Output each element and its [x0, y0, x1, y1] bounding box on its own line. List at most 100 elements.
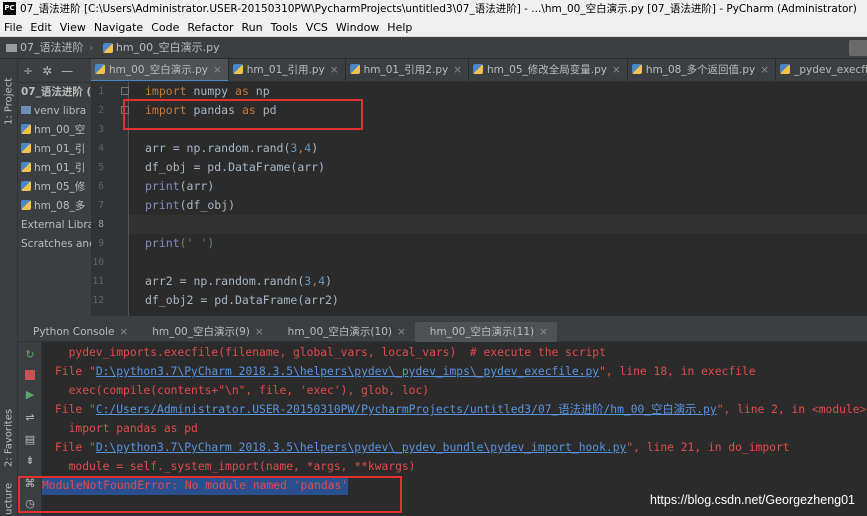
breadcrumb: 07_语法进阶 › hm_00_空白演示.py	[0, 37, 867, 59]
close-icon[interactable]: ×	[760, 64, 769, 76]
code-token: np	[248, 84, 270, 98]
code-line-12: df_obj2 = pd.DataFrame(arr2)	[145, 293, 339, 307]
menu-refactor[interactable]: Refactor	[183, 18, 237, 37]
watermark: https://blog.csdn.net/Georgezheng01	[650, 493, 856, 507]
tab-label: hm_01_引用2.py	[363, 64, 449, 76]
print-icon[interactable]: ▤	[24, 434, 36, 446]
tab-hm00[interactable]: hm_00_空白演示.py ×	[91, 59, 229, 81]
builtin: print	[145, 236, 180, 250]
console-line: File "D:\python3.7\PyCharm 2018.3.5\help…	[55, 362, 756, 381]
breadcrumb-file[interactable]: hm_00_空白演示.py	[116, 41, 220, 54]
console-line: exec(compile(contents+"\n", file, 'exec'…	[55, 384, 430, 397]
console-text: File "	[55, 365, 96, 378]
console-line: File "D:\python3.7\PyCharm 2018.3.5\help…	[55, 438, 790, 457]
code-token: (arr)	[179, 179, 215, 193]
tree-item-hm05[interactable]: hm_05_修	[18, 178, 91, 197]
menu-tools[interactable]: Tools	[267, 18, 302, 37]
line-number: 7	[98, 200, 104, 211]
builtin: print	[145, 198, 180, 212]
line-number: 9	[98, 238, 104, 249]
tab-label: hm_05_修改全局变量.py	[487, 64, 607, 76]
console-line: import pandas as pd	[55, 422, 198, 435]
hide-icon[interactable]: —	[61, 64, 73, 78]
tree-item-hm01-2[interactable]: hm_01_引	[18, 159, 91, 178]
menu-help[interactable]: Help	[383, 18, 416, 37]
favorites-tool-tab[interactable]: 2: Favorites	[1, 399, 17, 467]
tree-item-hm08[interactable]: hm_08_多	[18, 197, 91, 216]
close-icon[interactable]: ×	[330, 64, 339, 76]
tab-label: hm_00_空白演示(10)	[287, 326, 392, 338]
tree-item-external-libraries[interactable]: External Libra	[18, 216, 91, 235]
menu-edit[interactable]: Edit	[26, 18, 55, 37]
tab-python-console[interactable]: Python Console ×	[18, 322, 137, 342]
console-text: ", line 2, in <module>	[716, 403, 867, 416]
collapse-icon[interactable]: ÷	[23, 64, 33, 78]
pycharm-logo-icon: PC	[3, 2, 16, 15]
close-icon[interactable]: ×	[255, 326, 264, 338]
tree-item-label: hm_00_空	[34, 124, 86, 136]
structure-tool-label: ucture	[3, 482, 15, 515]
file-link[interactable]: D:\python3.7\PyCharm 2018.3.5\helpers\py…	[96, 365, 599, 378]
line-number: 12	[92, 295, 104, 306]
tab-hm01-2[interactable]: hm_01_引用2.py ×	[346, 59, 470, 81]
caret-line	[129, 215, 867, 234]
breadcrumb-separator-icon: ›	[89, 41, 94, 54]
soft-wrap-icon[interactable]: ⇌	[24, 412, 36, 424]
toolbar-button[interactable]	[849, 40, 867, 56]
close-icon[interactable]: ×	[612, 64, 621, 76]
rerun-icon[interactable]: ↻	[24, 349, 36, 361]
menu-file[interactable]: File	[0, 18, 26, 37]
tree-item-venv[interactable]: venv libra	[18, 102, 91, 121]
gear-icon[interactable]: ✲	[42, 64, 52, 78]
tab-pydev-execfile[interactable]: _pydev_execfile.py×	[776, 59, 867, 81]
menu-window[interactable]: Window	[332, 18, 383, 37]
python-file-icon	[21, 200, 31, 210]
code-token: arr2 = np.random.randn(	[145, 274, 305, 288]
favorites-tool-label: 2: Favorites	[3, 408, 15, 467]
close-icon[interactable]: ×	[119, 326, 128, 338]
menu-code[interactable]: Code	[147, 18, 183, 37]
file-link[interactable]: C:/Users/Administrator.USER-20150310PW/P…	[96, 403, 717, 416]
close-icon[interactable]: ×	[539, 326, 548, 338]
close-icon[interactable]: ×	[397, 326, 406, 338]
menu-view[interactable]: View	[56, 18, 90, 37]
scroll-to-end-icon[interactable]: ⇟	[24, 455, 36, 467]
folder-icon	[21, 106, 31, 114]
tab-hm05[interactable]: hm_05_修改全局变量.py ×	[469, 59, 628, 81]
python-file-icon	[473, 64, 484, 74]
tab-run-9[interactable]: hm_00_空白演示(9) ×	[137, 322, 272, 342]
tab-run-11[interactable]: hm_00_空白演示(11) ×	[414, 322, 557, 342]
tab-hm01[interactable]: hm_01_引用.py ×	[229, 59, 346, 81]
menu-vcs[interactable]: VCS	[302, 18, 332, 37]
menu-run[interactable]: Run	[238, 18, 267, 37]
code-line-5: df_obj = pd.DataFrame(arr)	[145, 160, 326, 174]
tree-item-hm01[interactable]: hm_01_引	[18, 140, 91, 159]
tree-root[interactable]: 07_语法进阶 (	[18, 83, 91, 102]
window-title: 07_语法进阶 [C:\Users\Administrator.USER-201…	[20, 3, 857, 15]
tree-item-label: hm_05_修	[34, 181, 86, 193]
line-number: 11	[92, 276, 104, 287]
close-icon[interactable]: ×	[213, 64, 222, 76]
menu-bar: File Edit View Navigate Code Refactor Run Tools…	[0, 18, 867, 37]
console-text: ", line 18, in execfile	[599, 365, 756, 378]
tree-item-hm00[interactable]: hm_00_空	[18, 121, 91, 140]
fold-marker-icon[interactable]	[121, 87, 129, 95]
close-icon[interactable]: ×	[453, 64, 462, 76]
project-panel: ÷ ✲ — 07_语法进阶 ( venv libra hm_00_空 hm_01…	[18, 59, 91, 316]
breadcrumb-project[interactable]: 07_语法进阶	[20, 41, 84, 54]
folder-icon	[6, 44, 17, 52]
tab-hm08[interactable]: hm_08_多个返回值.py ×	[628, 59, 777, 81]
project-tool-tab[interactable]: 1: Project	[1, 63, 17, 125]
menu-navigate[interactable]: Navigate	[90, 18, 147, 37]
python-file-icon	[21, 181, 31, 191]
console-line: pydev_imports.execfile(filename, global_…	[55, 346, 606, 359]
tab-run-10[interactable]: hm_00_空白演示(10) ×	[273, 322, 415, 342]
tree-item-scratches[interactable]: Scratches and	[18, 235, 91, 254]
file-link[interactable]: D:\python3.7\PyCharm 2018.3.5\helpers\py…	[96, 441, 627, 454]
python-file-icon	[102, 43, 113, 53]
structure-tool-tab[interactable]: ucture	[1, 479, 17, 515]
stop-icon[interactable]	[25, 370, 35, 380]
run-icon[interactable]: ▶	[24, 389, 36, 401]
code-line-7: print(df_obj)	[145, 196, 235, 215]
console-line: File "C:/Users/Administrator.USER-201503…	[55, 400, 866, 419]
